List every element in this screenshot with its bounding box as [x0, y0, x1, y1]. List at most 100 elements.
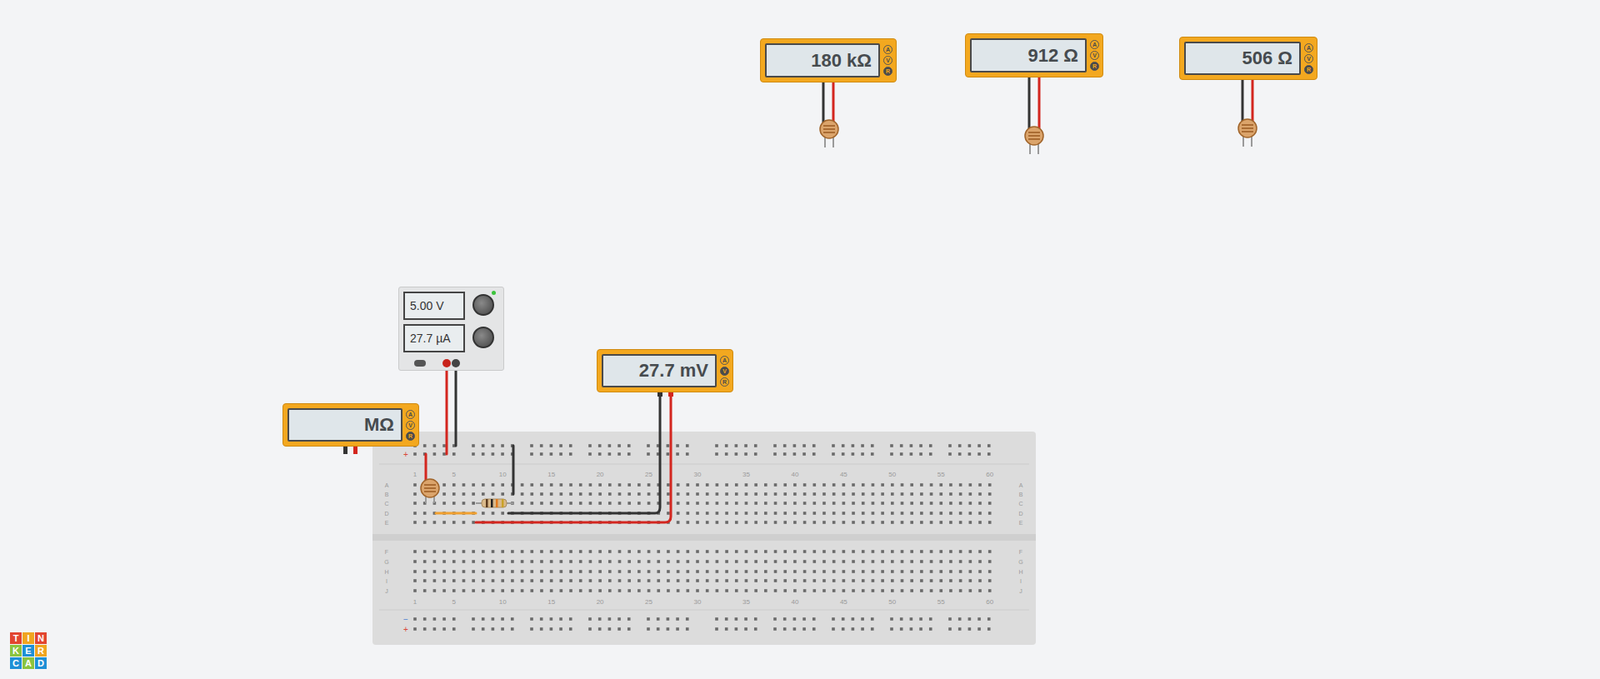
multimeter[interactable]: 912 ΩAVR [965, 33, 1104, 78]
column-number: 15 [547, 598, 555, 606]
mode-button[interactable]: V [1090, 50, 1100, 60]
column-number: 5 [452, 470, 457, 479]
breadboard[interactable] [372, 431, 1036, 645]
mode-button[interactable]: V [883, 55, 893, 65]
red-wire[interactable] [475, 392, 671, 523]
supply-black-lead[interactable] [455, 366, 458, 446]
column-number: 20 [596, 470, 605, 479]
column-number: 35 [742, 598, 750, 606]
logo-letter: E [22, 645, 35, 657]
row-letter: J [385, 588, 389, 595]
black-probe[interactable] [822, 82, 825, 124]
photoresistor[interactable] [1238, 119, 1257, 147]
mode-button[interactable]: R [720, 377, 730, 387]
meter-display: 506 Ω [1184, 41, 1301, 75]
mode-button[interactable]: A [883, 45, 893, 55]
current-knob[interactable] [472, 326, 495, 349]
red-probe[interactable] [353, 445, 358, 455]
breadboard-holes: 1155101015152020252530303535404045455050… [0, 0, 1600, 679]
voltage-display-value: 5.00 V [410, 299, 444, 313]
row-letter: F [385, 549, 389, 555]
row-letter: H [1018, 569, 1023, 575]
current-display-value: 27.7 µA [410, 331, 451, 345]
row-letter: I [1020, 578, 1022, 585]
logo-letter: D [35, 657, 47, 670]
meter-reading: 27.7 mV [639, 360, 709, 382]
current-display: 27.7 µA [403, 324, 465, 353]
mode-buttons: AVR [1304, 41, 1314, 75]
mode-button[interactable]: R [1090, 61, 1100, 71]
mode-button[interactable]: A [1304, 43, 1314, 53]
multimeter[interactable]: 180 kΩAVR [760, 38, 897, 83]
black-probe[interactable] [343, 445, 348, 455]
multimeter[interactable]: 506 ΩAVR [1179, 36, 1318, 80]
negative-terminal[interactable] [451, 359, 460, 368]
red-probe[interactable] [1038, 77, 1041, 130]
red-probe[interactable] [1251, 80, 1255, 122]
red-wire[interactable] [425, 454, 428, 482]
logo-letter: C [10, 657, 22, 670]
logo-letter: A [22, 657, 35, 670]
mode-button[interactable]: V [1304, 54, 1314, 64]
multimeter[interactable]: MΩAVR [282, 403, 420, 447]
mode-button[interactable]: V [405, 420, 415, 430]
column-number: 1 [413, 598, 418, 606]
circuit-canvas[interactable]: 1155101015152020252530303535404045455050… [0, 0, 1600, 679]
row-letter: C [384, 500, 389, 507]
row-letter: E [385, 520, 390, 526]
black-wire[interactable] [512, 445, 515, 495]
meter-display: 27.7 mV [601, 354, 717, 388]
column-number: 60 [985, 598, 994, 606]
column-number: 50 [888, 470, 896, 479]
row-letter: J [1019, 588, 1023, 595]
rail-mark: − [403, 615, 409, 625]
row-letter: H [384, 569, 389, 575]
power-led [491, 290, 496, 295]
row-letter: A [385, 482, 390, 489]
column-number: 35 [742, 470, 750, 479]
row-letter: D [1018, 510, 1023, 517]
photoresistor[interactable] [1025, 126, 1044, 155]
column-number: 40 [790, 598, 799, 606]
column-number: 60 [985, 470, 994, 479]
mode-button[interactable]: R [1304, 65, 1314, 75]
column-number: 20 [596, 598, 605, 606]
row-letter: E [1019, 520, 1024, 526]
mode-button[interactable]: R [883, 66, 893, 76]
wires [0, 0, 1600, 679]
positive-terminal[interactable] [442, 359, 451, 368]
rail-mark: + [403, 450, 409, 460]
tinkercad-logo[interactable]: TINKERCAD [10, 632, 47, 670]
power-switch[interactable] [414, 360, 426, 367]
black-wire[interactable] [508, 392, 660, 514]
supply-red-lead[interactable] [445, 366, 449, 455]
mode-button[interactable]: R [405, 431, 415, 441]
power-supply[interactable]: 5.00 V 27.7 µA [398, 286, 505, 371]
photoresistor[interactable] [420, 479, 440, 504]
column-number: 25 [645, 470, 653, 479]
row-letter: F [1019, 549, 1023, 555]
mode-button[interactable]: A [720, 355, 730, 365]
logo-letter: I [22, 632, 35, 645]
row-letter: G [1018, 559, 1023, 565]
red-probe[interactable] [832, 82, 835, 124]
rail-mark: + [403, 625, 409, 635]
row-letter: B [1019, 491, 1024, 498]
mode-button[interactable]: A [405, 410, 415, 420]
mode-button[interactable]: A [1090, 40, 1100, 50]
column-number: 1 [413, 470, 418, 479]
column-number: 10 [499, 598, 507, 606]
logo-letter: K [10, 645, 22, 657]
column-number: 50 [888, 598, 896, 606]
voltage-knob[interactable] [472, 294, 495, 316]
black-probe[interactable] [1241, 80, 1245, 122]
multimeter[interactable]: 27.7 mV AVR [596, 349, 734, 393]
row-letter: D [384, 510, 389, 517]
row-letter: B [385, 491, 390, 498]
resistor[interactable] [475, 499, 514, 508]
photoresistor[interactable] [820, 120, 839, 148]
meter-display: MΩ [287, 408, 403, 442]
black-probe[interactable] [1028, 77, 1031, 130]
mode-button[interactable]: V [720, 366, 730, 376]
orange-wire[interactable] [435, 512, 476, 515]
